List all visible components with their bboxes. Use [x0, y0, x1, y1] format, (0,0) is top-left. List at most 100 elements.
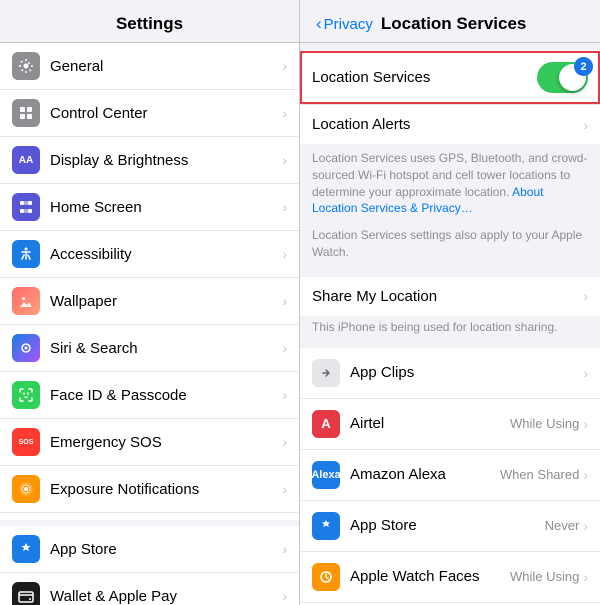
control-center-label: Control Center — [50, 105, 282, 122]
amazon-alexa-status: When Shared — [500, 467, 580, 482]
settings-title: Settings — [0, 0, 299, 43]
emergency-icon: SOS — [12, 428, 40, 456]
back-chevron-icon: ‹ — [316, 14, 322, 34]
sidebar-item-siri[interactable]: Siri & Search › — [0, 325, 299, 372]
airtel-label: Airtel — [350, 415, 510, 432]
sidebar-item-home-screen[interactable]: Home Screen › — [0, 184, 299, 231]
siri-label: Siri & Search — [50, 340, 282, 357]
back-button[interactable]: ‹ Privacy — [316, 14, 373, 34]
location-services-section: Location Services 2 — [300, 51, 600, 104]
accessibility-icon — [12, 240, 40, 268]
location-services-row[interactable]: Location Services 2 — [300, 51, 600, 104]
right-content: Location Services 2 Location Alerts › — [300, 43, 600, 605]
exposure-label: Exposure Notifications — [50, 481, 282, 498]
share-location-section: Share My Location › — [300, 277, 600, 316]
chevron-icon: › — [282, 293, 287, 309]
airtel-icon: A — [312, 410, 340, 438]
sidebar-item-exposure[interactable]: Exposure Notifications › — [0, 466, 299, 513]
location-alerts-right: › — [583, 117, 588, 133]
bottom-settings-list: App Store › Wallet & Apple Pay › — [0, 526, 299, 605]
airtel-status: While Using — [510, 416, 579, 431]
display-label: Display & Brightness — [50, 152, 282, 169]
sidebar-item-display[interactable]: AA Display & Brightness › — [0, 137, 299, 184]
app-row-apple-watch-faces[interactable]: Apple Watch Faces While Using › — [300, 552, 600, 603]
right-panel-title: Location Services — [381, 14, 527, 34]
chevron-icon: › — [282, 434, 287, 450]
siri-icon — [12, 334, 40, 362]
sidebar-item-wallpaper[interactable]: Wallpaper › — [0, 278, 299, 325]
share-location-label: Share My Location — [312, 288, 583, 305]
chevron-icon: › — [282, 588, 287, 604]
location-description2: Location Services settings also apply to… — [300, 223, 600, 269]
toggle-container: 2 — [537, 62, 588, 93]
chevron-icon: › — [282, 387, 287, 403]
chevron-icon: › — [282, 246, 287, 262]
wallet-label: Wallet & Apple Pay — [50, 588, 282, 605]
share-location-desc: This iPhone is being used for location s… — [300, 316, 600, 340]
sidebar-item-control-center[interactable]: Control Center › — [0, 90, 299, 137]
app-container: Settings General › Control Center › — [0, 0, 600, 605]
home-screen-icon — [12, 193, 40, 221]
app-store-status: Never — [545, 518, 580, 533]
right-header: ‹ Privacy Location Services — [300, 0, 600, 43]
app-row-airtel[interactable]: A Airtel While Using › — [300, 399, 600, 450]
location-services-badge: 2 — [574, 57, 593, 76]
wallpaper-icon — [12, 287, 40, 315]
settings-list: General › Control Center › AA Display & … — [0, 43, 299, 520]
apple-watch-faces-status: While Using — [510, 569, 579, 584]
apps-section: App Clips › A Airtel While Using › — [300, 348, 600, 605]
chevron-icon: › — [583, 569, 588, 585]
sidebar-item-emergency[interactable]: SOS Emergency SOS › — [0, 419, 299, 466]
location-alerts-label: Location Alerts — [312, 116, 583, 133]
amazon-alexa-label: Amazon Alexa — [350, 466, 500, 483]
home-screen-label: Home Screen — [50, 199, 282, 216]
sidebar-item-appstore[interactable]: App Store › — [0, 526, 299, 573]
chevron-icon: › — [583, 467, 588, 483]
app-row-app-clips[interactable]: App Clips › — [300, 348, 600, 399]
appstore-label: App Store — [50, 541, 282, 558]
sidebar-item-accessibility[interactable]: Accessibility › — [0, 231, 299, 278]
app-row-amazon-alexa[interactable]: Alexa Amazon Alexa When Shared › — [300, 450, 600, 501]
chevron-icon: › — [583, 365, 588, 381]
chevron-icon: › — [282, 541, 287, 557]
list-divider — [0, 520, 299, 527]
general-icon — [12, 52, 40, 80]
location-alerts-chevron: › — [583, 117, 588, 133]
chevron-icon: › — [282, 152, 287, 168]
location-alerts-section: Location Alerts › — [300, 104, 600, 144]
accessibility-label: Accessibility — [50, 246, 282, 263]
general-label: General — [50, 58, 282, 75]
app-row-app-store[interactable]: App Store Never › — [300, 501, 600, 552]
sidebar-item-battery[interactable]: Battery › — [0, 513, 299, 520]
chevron-icon: › — [282, 481, 287, 497]
app-clips-icon — [312, 359, 340, 387]
sidebar-item-wallet[interactable]: Wallet & Apple Pay › — [0, 573, 299, 605]
share-location-row[interactable]: Share My Location › — [300, 277, 600, 316]
app-store-icon — [312, 512, 340, 540]
back-label: Privacy — [324, 16, 373, 33]
control-center-icon — [12, 99, 40, 127]
share-location-chevron: › — [583, 288, 588, 304]
sidebar-item-faceid[interactable]: Face ID & Passcode › — [0, 372, 299, 419]
appstore-icon — [12, 535, 40, 563]
chevron-icon: › — [282, 340, 287, 356]
location-description: Location Services uses GPS, Bluetooth, a… — [300, 144, 600, 223]
chevron-icon: › — [583, 518, 588, 534]
sidebar-item-general[interactable]: General › — [0, 43, 299, 90]
apple-watch-faces-label: Apple Watch Faces — [350, 568, 510, 585]
app-clips-label: App Clips — [350, 364, 583, 381]
share-location-right: › — [583, 288, 588, 304]
exposure-icon — [12, 475, 40, 503]
settings-panel: Settings General › Control Center › — [0, 0, 300, 605]
app-store-label: App Store — [350, 517, 545, 534]
amazon-alexa-icon: Alexa — [312, 461, 340, 489]
apple-watch-faces-icon — [312, 563, 340, 591]
location-services-panel: ‹ Privacy Location Services Location Ser… — [300, 0, 600, 605]
wallet-icon — [12, 582, 40, 605]
chevron-icon: › — [282, 58, 287, 74]
chevron-icon: › — [583, 416, 588, 432]
faceid-label: Face ID & Passcode — [50, 387, 282, 404]
location-alerts-row[interactable]: Location Alerts › — [300, 105, 600, 144]
location-services-label: Location Services — [312, 69, 537, 86]
chevron-icon: › — [282, 105, 287, 121]
